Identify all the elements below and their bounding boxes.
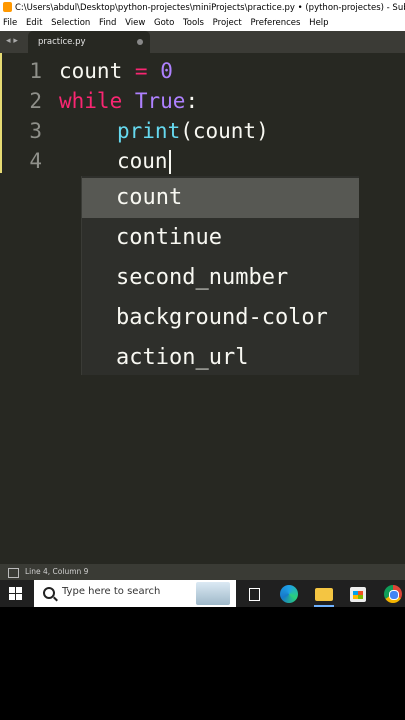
window-title: C:\Users\abdul\Desktop\python-projectes\… — [15, 3, 405, 13]
menu-goto[interactable]: Goto — [154, 16, 174, 31]
window-title-bar: C:\Users\abdul\Desktop\python-projectes\… — [0, 0, 405, 16]
search-highlight-image — [196, 582, 230, 605]
file-explorer-icon[interactable] — [314, 584, 334, 607]
video-letterbox — [0, 607, 405, 720]
variable-count: count — [59, 59, 123, 83]
autocomplete-item[interactable]: second_number — [82, 258, 359, 298]
store-icon[interactable] — [348, 584, 368, 604]
chrome-icon[interactable] — [383, 584, 403, 604]
tab-bar: ◂ ▸ practice.py — [0, 31, 405, 53]
autocomplete-item-label: count — [116, 185, 183, 210]
code-line-2: while True: — [59, 86, 198, 116]
taskbar-search-box[interactable]: Type here to search — [34, 580, 236, 607]
tab-label: practice.py — [38, 37, 86, 47]
typed-text: coun — [117, 149, 168, 173]
menu-bar: File Edit Selection Find View Goto Tools… — [0, 16, 405, 31]
tab-nav-arrows-icon[interactable]: ◂ ▸ — [6, 36, 18, 46]
operator-assign: = — [134, 59, 148, 83]
autocomplete-item[interactable]: action_url — [82, 338, 359, 378]
constant-true: True — [134, 89, 186, 113]
code-line-3: print(count) — [117, 116, 269, 146]
menu-selection[interactable]: Selection — [51, 16, 90, 31]
code-line-1: count = 0 — [59, 56, 173, 86]
menu-project[interactable]: Project — [213, 16, 242, 31]
menu-preferences[interactable]: Preferences — [250, 16, 300, 31]
cursor-position: Line 4, Column 9 — [25, 567, 89, 576]
code-line-4: coun — [117, 146, 171, 176]
tab-practice-py[interactable]: practice.py — [28, 31, 150, 53]
autocomplete-popup[interactable]: count continue second_number background-… — [81, 176, 359, 375]
menu-edit[interactable]: Edit — [26, 16, 42, 31]
menu-tools[interactable]: Tools — [183, 16, 204, 31]
text-cursor — [168, 150, 171, 174]
autocomplete-item-label: background-color — [116, 305, 328, 330]
search-placeholder: Type here to search — [62, 586, 161, 597]
menu-view[interactable]: View — [125, 16, 145, 31]
search-icon — [43, 587, 55, 599]
line-number: 3 — [29, 119, 42, 143]
autocomplete-item[interactable]: continue — [82, 218, 359, 258]
unsaved-dot-icon[interactable] — [137, 39, 143, 45]
menu-find[interactable]: Find — [99, 16, 116, 31]
task-view-icon[interactable] — [245, 584, 265, 604]
panel-toggle-icon[interactable] — [8, 568, 19, 578]
windows-taskbar: Type here to search — [0, 580, 405, 607]
builtin-print: print — [117, 119, 181, 143]
colon: : — [185, 89, 199, 113]
autocomplete-item-label: action_url — [116, 345, 249, 370]
menu-file[interactable]: File — [3, 16, 17, 31]
line-number: 2 — [29, 89, 42, 113]
line-number: 1 — [29, 59, 42, 83]
print-args: (count) — [180, 119, 269, 143]
line-number: 4 — [29, 149, 42, 173]
windows-start-icon[interactable] — [9, 587, 23, 601]
autocomplete-item-label: second_number — [116, 265, 289, 290]
edge-icon[interactable] — [279, 584, 299, 604]
autocomplete-item-label: continue — [116, 225, 222, 250]
menu-help[interactable]: Help — [309, 16, 328, 31]
keyword-while: while — [59, 89, 123, 113]
sublime-app-icon — [3, 1, 12, 12]
status-bar: Line 4, Column 9 — [0, 564, 405, 580]
autocomplete-item[interactable]: background-color — [82, 298, 359, 338]
number-literal: 0 — [160, 59, 173, 83]
autocomplete-item-selected[interactable]: count — [82, 178, 359, 218]
